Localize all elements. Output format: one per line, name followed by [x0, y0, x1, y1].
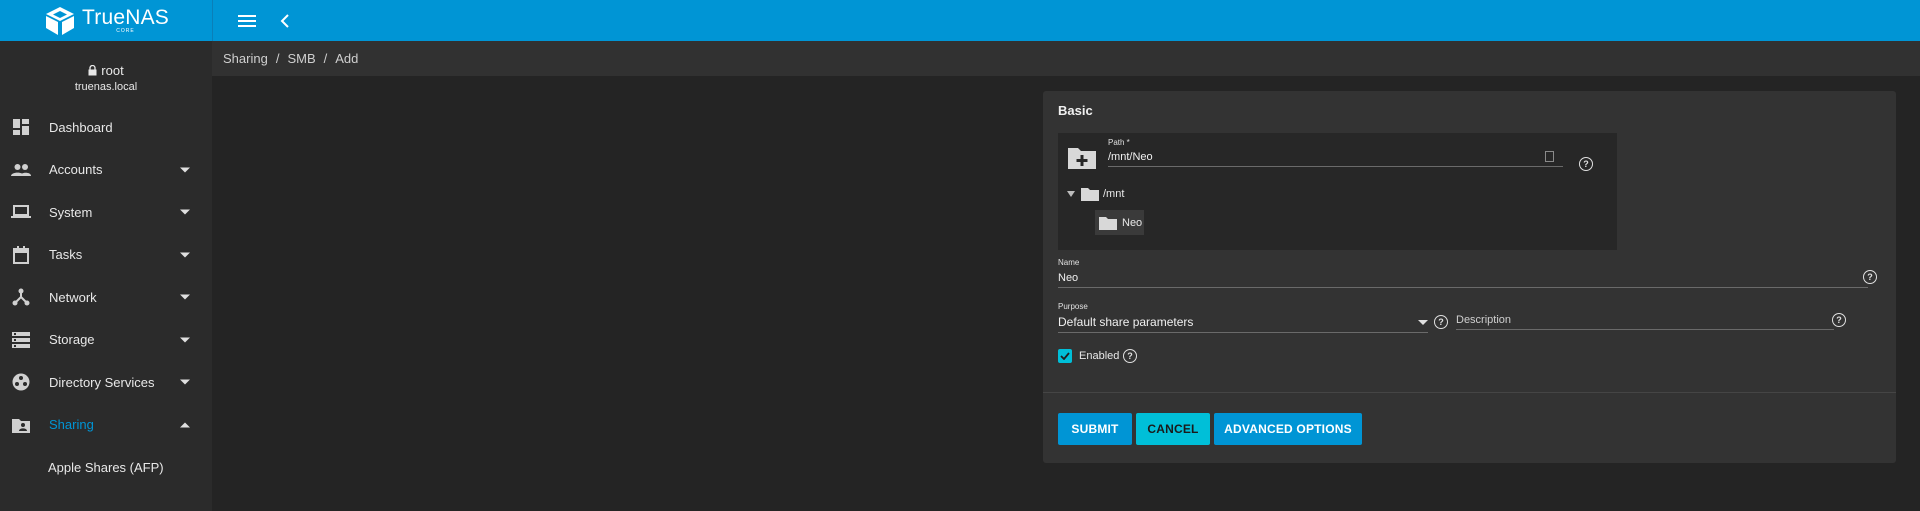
dropdown-caret-icon[interactable] [1418, 320, 1428, 325]
tree-node-mnt[interactable]: /mnt [1067, 187, 1124, 201]
brand-subtitle: CORE [116, 28, 135, 34]
smb-share-form-card: Basic Path * /mnt/Neo ? /mnt Neo Name Ne… [1043, 91, 1896, 463]
help-icon[interactable]: ? [1123, 349, 1137, 363]
sidebar-item-label: Storage [49, 332, 95, 348]
description-underline [1456, 329, 1834, 330]
purpose-select[interactable]: Default share parameters [1058, 315, 1193, 329]
caret-down-icon [180, 379, 190, 385]
username: root [101, 62, 124, 78]
sidebar-item-label: Dashboard [49, 119, 113, 135]
caret-down-icon [180, 209, 190, 215]
document-icon [1545, 151, 1554, 162]
sidebar-item-label: Accounts [49, 162, 103, 178]
tree-node-neo[interactable]: Neo [1095, 210, 1144, 235]
expand-arrow-icon[interactable] [1067, 191, 1075, 197]
top-bar: TrueNAS CORE [0, 0, 1920, 41]
sidebar-item-label: Directory Services [49, 374, 155, 390]
sidebar-item-network[interactable]: Network [0, 276, 212, 319]
purpose-label: Purpose [1058, 302, 1088, 311]
enabled-checkbox[interactable] [1058, 349, 1072, 363]
path-explorer: Path * /mnt/Neo ? /mnt Neo [1058, 133, 1617, 250]
create-folder-icon[interactable] [1068, 145, 1096, 169]
enabled-label: Enabled [1079, 350, 1120, 362]
hamburger-menu-icon[interactable] [235, 9, 259, 33]
breadcrumb-smb[interactable]: SMB [287, 51, 315, 66]
sidebar-item-dashboard[interactable]: Dashboard [0, 106, 212, 149]
caret-down-icon [180, 294, 190, 300]
folder-icon [1081, 188, 1099, 201]
cancel-button[interactable]: CANCEL [1136, 413, 1210, 445]
sidebar-item-storage[interactable]: Storage [0, 319, 212, 362]
hostname: truenas.local [74, 80, 138, 93]
dashboard-icon [11, 117, 31, 137]
calendar-icon [11, 245, 31, 265]
description-input[interactable]: Description [1456, 314, 1511, 326]
help-icon[interactable]: ? [1579, 157, 1593, 171]
section-title: Basic [1058, 103, 1093, 118]
sidebar: root truenas.local Dashboard Accounts Sy… [0, 41, 212, 511]
name-underline [1058, 287, 1868, 288]
directory-icon [11, 372, 31, 392]
breadcrumb-sharing[interactable]: Sharing [223, 51, 268, 66]
sidebar-subitem-afp[interactable]: Apple Shares (AFP) [0, 446, 212, 488]
caret-up-icon [180, 422, 190, 428]
help-icon[interactable]: ? [1434, 315, 1448, 329]
advanced-options-button[interactable]: ADVANCED OPTIONS [1214, 413, 1362, 445]
purpose-underline [1058, 332, 1428, 333]
checkmark-icon [1060, 352, 1070, 360]
topbar-divider [212, 0, 213, 41]
path-input[interactable]: /mnt/Neo [1108, 151, 1153, 163]
folder-icon [1099, 216, 1117, 230]
network-icon [11, 287, 31, 307]
sidebar-item-sharing[interactable]: Sharing [0, 404, 212, 447]
chevron-left-icon[interactable] [273, 9, 297, 33]
sidebar-item-tasks[interactable]: Tasks [0, 234, 212, 277]
lock-icon [88, 64, 97, 75]
tree-node-label: /mnt [1103, 188, 1125, 200]
caret-down-icon [180, 337, 190, 343]
brand-name: TrueNAS [82, 6, 169, 29]
divider [1043, 392, 1896, 393]
user-info: root truenas.local [0, 41, 212, 106]
name-input[interactable]: Neo [1058, 272, 1078, 284]
laptop-icon [11, 202, 31, 222]
sidebar-item-accounts[interactable]: Accounts [0, 149, 212, 192]
caret-down-icon [180, 167, 190, 173]
breadcrumb-separator: / [275, 51, 280, 66]
truenas-logo-icon [46, 6, 74, 35]
sidebar-item-label: System [49, 204, 93, 220]
help-icon[interactable]: ? [1832, 313, 1846, 327]
sidebar-item-label: Network [49, 289, 97, 305]
sidebar-item-label: Sharing [49, 417, 94, 433]
caret-down-icon [180, 252, 190, 258]
folder-shared-icon [11, 415, 31, 435]
submit-button[interactable]: SUBMIT [1058, 413, 1132, 445]
name-label: Name [1058, 258, 1080, 267]
sidebar-item-label: Tasks [49, 247, 83, 263]
breadcrumb-separator: / [323, 51, 328, 66]
help-icon[interactable]: ? [1863, 270, 1877, 284]
tree-node-label: Neo [1122, 216, 1143, 229]
path-underline [1108, 166, 1563, 167]
path-label: Path * [1108, 138, 1130, 147]
truenas-logo[interactable]: TrueNAS CORE [0, 0, 212, 41]
sidebar-item-directory-services[interactable]: Directory Services [0, 361, 212, 404]
user-line: root [88, 62, 124, 78]
sidebar-item-system[interactable]: System [0, 191, 212, 234]
breadcrumb-add: Add [335, 51, 359, 66]
people-icon [11, 160, 31, 180]
storage-icon [11, 330, 31, 350]
breadcrumb: Sharing / SMB / Add [212, 41, 1920, 76]
